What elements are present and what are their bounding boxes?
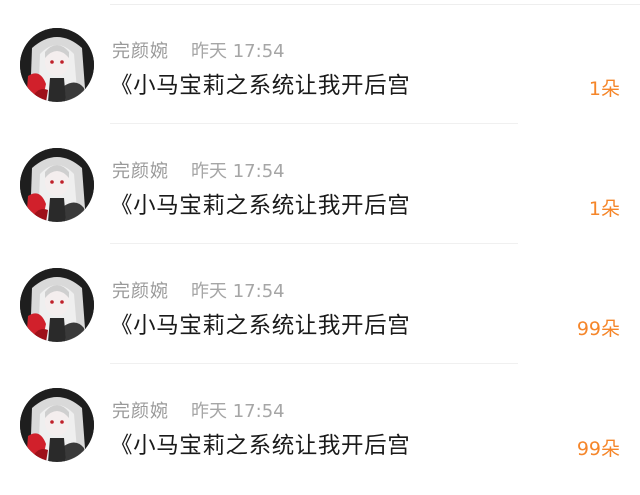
- timestamp: 昨天 17:54: [191, 41, 285, 62]
- anime-avatar-icon: [20, 388, 94, 462]
- avatar[interactable]: [20, 28, 94, 102]
- timestamp: 昨天 17:54: [191, 281, 285, 302]
- avatar[interactable]: [20, 148, 94, 222]
- anime-avatar-icon: [20, 148, 94, 222]
- anime-avatar-icon: [20, 28, 94, 102]
- avatar[interactable]: [20, 388, 94, 462]
- gift-amount: 1朵: [588, 78, 620, 100]
- user-name[interactable]: 完颜婉: [112, 37, 169, 63]
- message-text: 《小马宝莉之系统让我开后宫: [110, 433, 411, 459]
- gift-amount: 1朵: [588, 198, 620, 220]
- message-text: 《小马宝莉之系统让我开后宫: [110, 73, 411, 99]
- gift-record-list: 完颜婉 昨天 17:54 《小马宝莉之系统让我开后宫 1朵 完颜婉 昨天 17:…: [0, 0, 640, 495]
- user-name[interactable]: 完颜婉: [112, 397, 169, 423]
- anime-avatar-icon: [20, 268, 94, 342]
- user-name[interactable]: 完颜婉: [112, 277, 169, 303]
- avatar[interactable]: [20, 268, 94, 342]
- list-item[interactable]: 完颜婉 昨天 17:54 《小马宝莉之系统让我开后宫 1朵: [0, 124, 640, 244]
- timestamp: 昨天 17:54: [191, 401, 285, 422]
- user-name[interactable]: 完颜婉: [112, 157, 169, 183]
- timestamp: 昨天 17:54: [191, 161, 285, 182]
- message-text: 《小马宝莉之系统让我开后宫: [110, 313, 411, 339]
- list-item[interactable]: 完颜婉 昨天 17:54 《小马宝莉之系统让我开后宫 1朵: [0, 4, 640, 124]
- gift-amount: 99朵: [576, 318, 620, 340]
- gift-amount: 99朵: [576, 438, 620, 460]
- list-item[interactable]: 完颜婉 昨天 17:54 《小马宝莉之系统让我开后宫 99朵: [0, 364, 640, 484]
- list-item[interactable]: 完颜婉 昨天 17:54 《小马宝莉之系统让我开后宫 99朵: [0, 244, 640, 364]
- message-text: 《小马宝莉之系统让我开后宫: [110, 193, 411, 219]
